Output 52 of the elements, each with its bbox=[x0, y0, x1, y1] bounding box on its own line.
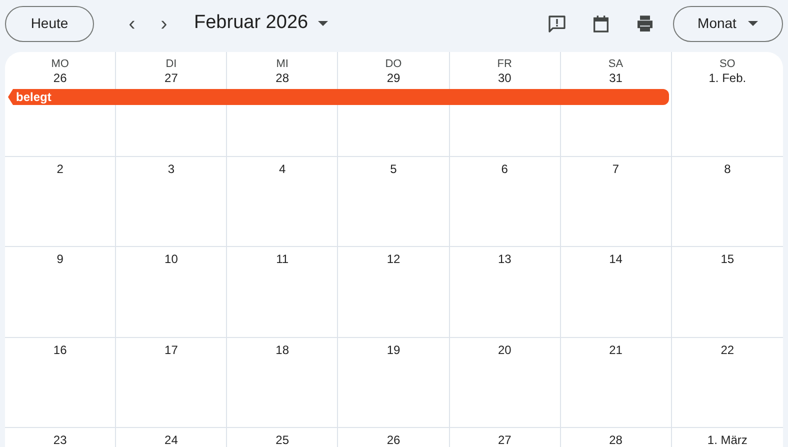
day-number[interactable]: 28 bbox=[276, 71, 290, 86]
day-number[interactable]: 23 bbox=[53, 433, 67, 447]
day-number[interactable]: 31 bbox=[609, 71, 622, 86]
day-number[interactable]: 21 bbox=[609, 343, 622, 358]
caret-icon bbox=[748, 20, 758, 26]
day-number[interactable]: 27 bbox=[164, 71, 178, 86]
day-number[interactable]: 26 bbox=[53, 71, 67, 86]
day-number[interactable]: 22 bbox=[720, 343, 734, 358]
day-number[interactable]: 25 bbox=[276, 433, 290, 447]
day-number[interactable]: 16 bbox=[53, 343, 67, 358]
weekday-label: MI bbox=[276, 57, 288, 71]
day-number[interactable]: 24 bbox=[164, 433, 178, 447]
day-number[interactable]: 17 bbox=[164, 343, 178, 358]
weekday-label: FR bbox=[497, 57, 512, 71]
day-number[interactable]: 20 bbox=[498, 343, 512, 358]
day-number[interactable]: 7 bbox=[612, 162, 620, 177]
day-number[interactable]: 26 bbox=[386, 433, 400, 447]
weekday-label: MO bbox=[51, 57, 69, 71]
weekday-label: DI bbox=[166, 57, 177, 71]
feedback-icon[interactable] bbox=[547, 14, 567, 34]
day-number[interactable]: 29 bbox=[386, 71, 400, 86]
day-number[interactable]: 4 bbox=[279, 162, 286, 177]
day-number[interactable]: 2 bbox=[56, 162, 64, 177]
day-number[interactable]: 14 bbox=[609, 252, 622, 267]
day-number[interactable]: 10 bbox=[164, 252, 178, 267]
day-number[interactable]: 13 bbox=[498, 252, 512, 267]
weekday-label: SA bbox=[608, 57, 624, 71]
day-number[interactable]: 3 bbox=[168, 162, 175, 177]
day-number[interactable]: 1. Feb. bbox=[708, 71, 746, 86]
calendar-icon[interactable] bbox=[591, 14, 611, 34]
previous-button[interactable]: ‹ bbox=[122, 8, 142, 38]
day-number[interactable]: 30 bbox=[498, 71, 512, 86]
today-button[interactable]: Heute bbox=[5, 6, 94, 42]
month-picker[interactable]: Februar 2026 bbox=[194, 9, 328, 38]
day-number[interactable]: 6 bbox=[501, 162, 508, 177]
day-number[interactable]: 27 bbox=[498, 433, 512, 447]
caret-icon bbox=[318, 20, 328, 26]
print-icon[interactable] bbox=[635, 14, 655, 34]
day-number[interactable]: 28 bbox=[609, 433, 622, 447]
day-number[interactable]: 18 bbox=[276, 343, 290, 358]
day-number[interactable]: 5 bbox=[390, 162, 397, 177]
weekday-label: SO bbox=[719, 57, 736, 71]
next-button[interactable]: › bbox=[154, 8, 174, 38]
day-number[interactable]: 12 bbox=[386, 252, 400, 267]
view-selector[interactable]: Monat bbox=[673, 6, 783, 42]
day-number[interactable]: 1. März bbox=[707, 433, 748, 447]
weekday-label: DO bbox=[385, 57, 402, 71]
day-number[interactable]: 19 bbox=[386, 343, 400, 358]
day-number[interactable]: 15 bbox=[720, 252, 734, 267]
day-number[interactable]: 11 bbox=[276, 252, 289, 267]
day-number[interactable]: 9 bbox=[56, 252, 64, 267]
day-number[interactable]: 8 bbox=[724, 162, 731, 177]
